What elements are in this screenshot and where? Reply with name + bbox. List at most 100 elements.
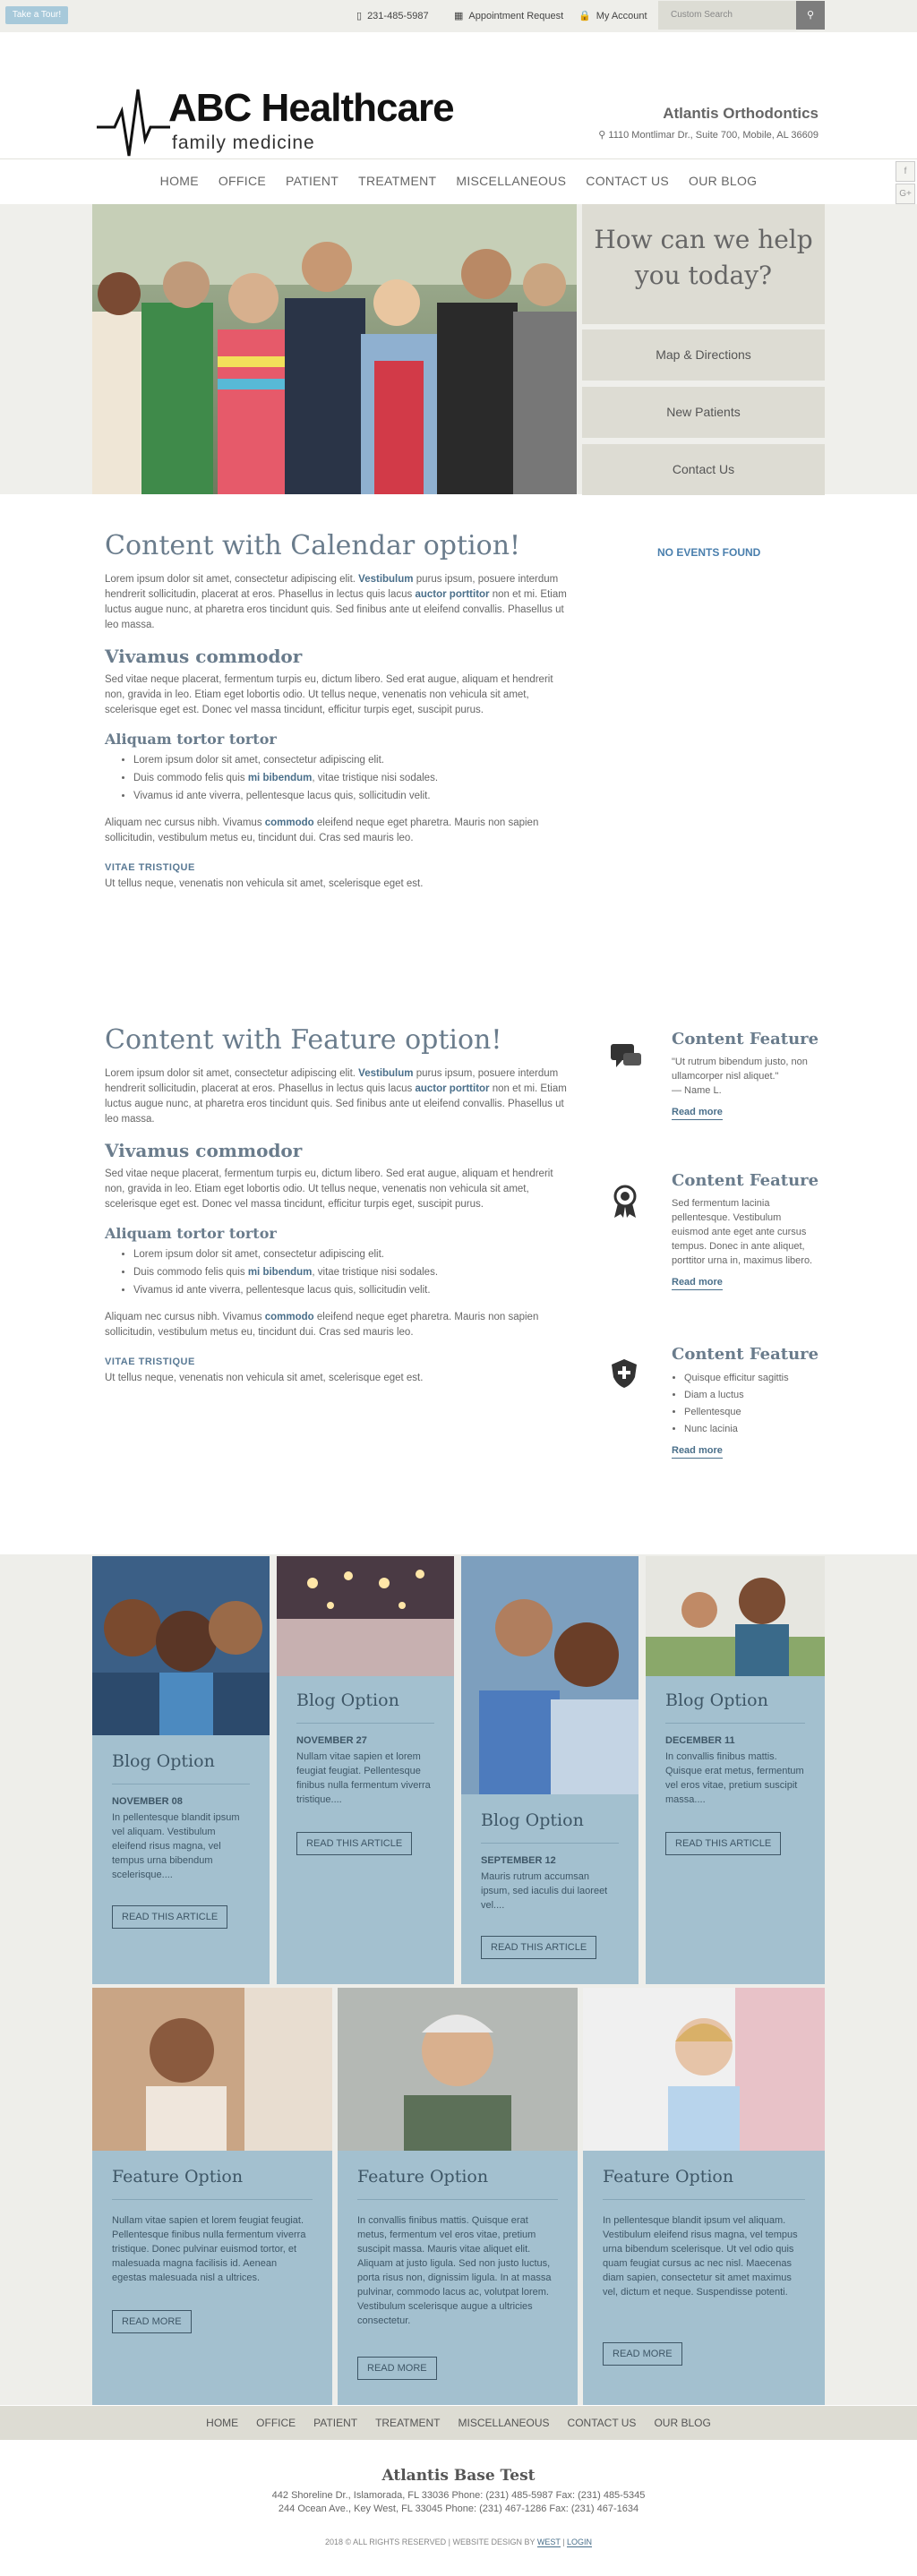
inline-link[interactable]: Vestibulum	[358, 1068, 413, 1079]
blog-date: DECEMBER 11	[665, 1735, 735, 1746]
quote-author: — Name L.	[672, 1085, 722, 1096]
read-more-button[interactable]: READ MORE	[603, 2342, 682, 2366]
nav-miscellaneous[interactable]: MISCELLANEOUS	[456, 174, 566, 204]
feature-card-1[interactable]: Feature Option Nullam vitae sapien et lo…	[92, 1988, 332, 2405]
content-feature-2: Content Feature Sed fermentum lacinia pe…	[609, 1171, 824, 1314]
footer-name: Atlantis Base Test	[381, 2467, 536, 2485]
nav-home[interactable]: HOME	[160, 174, 199, 204]
copyright: 2018 © ALL RIGHTS RESERVED | WEBSITE DES…	[324, 2537, 593, 2547]
feature-photo	[338, 1988, 578, 2151]
paragraph: Ut tellus neque, venenatis non vehicula …	[105, 878, 424, 889]
read-article-button[interactable]: READ THIS ARTICLE	[481, 1936, 597, 1959]
content-feature-1: Content Feature "Ut rutrum bibendum just…	[609, 1030, 824, 1137]
phone-link[interactable]: ▯ 231-485-5987	[356, 10, 429, 21]
blog-photo	[92, 1556, 270, 1735]
divider	[665, 1723, 805, 1724]
nav-office[interactable]: OFFICE	[219, 174, 266, 204]
feature-card-3[interactable]: Feature Option In pellentesque blandit i…	[583, 1988, 825, 2405]
footer-nav-our-blog[interactable]: OUR BLOG	[654, 2417, 710, 2429]
nav-patient[interactable]: PATIENT	[286, 174, 339, 204]
footer-nav-home[interactable]: HOME	[206, 2417, 238, 2429]
intro-paragraph: Lorem ipsum dolor sit amet, consectetur …	[105, 572, 570, 633]
blog-excerpt: In convallis finibus mattis. Quisque era…	[665, 1751, 804, 1805]
inline-link[interactable]: commodo	[265, 817, 314, 828]
inline-link[interactable]: commodo	[265, 1312, 314, 1322]
logo-name: ABC Healthcare	[168, 86, 455, 130]
feature-text: "Ut rutrum bibendum justo, non ullamcorp…	[672, 1055, 815, 1120]
footer-nav-office[interactable]: OFFICE	[256, 2417, 296, 2429]
blog-excerpt: In pellentesque blandit ipsum vel aliqua…	[112, 1812, 240, 1880]
blog-excerpt: Nullam vitae sapien et lorem feugiat feu…	[296, 1751, 431, 1805]
inline-link[interactable]: Vestibulum	[358, 574, 413, 585]
chat-bubbles-icon	[609, 1042, 641, 1069]
take-tour-button[interactable]: Take a Tour!	[5, 6, 68, 24]
paragraph: Aliquam nec cursus nibh. Vivamus commodo…	[105, 1310, 570, 1340]
facebook-icon[interactable]: f	[896, 161, 915, 182]
blog-title: Blog Option	[112, 1751, 215, 1771]
feature-card-2[interactable]: Feature Option In convallis finibus matt…	[338, 1988, 578, 2405]
read-article-button[interactable]: READ THIS ARTICLE	[296, 1832, 413, 1855]
blog-excerpt: Mauris rutrum accumsan ipsum, sed iaculi…	[481, 1871, 608, 1911]
inline-link[interactable]: mi bibendum	[248, 773, 313, 783]
blog-card-2[interactable]: Blog Option NOVEMBER 27 Nullam vitae sap…	[277, 1556, 454, 1984]
appointment-label: Appointment Request	[468, 11, 564, 21]
help-panel: How can we help you today?	[582, 204, 825, 324]
calendar-content: Content with Calendar option! Lorem ipsu…	[105, 530, 570, 892]
text: , vitae tristique nisi sodales.	[312, 1267, 439, 1278]
bullet-list: Lorem ipsum dolor sit amet, consectetur …	[105, 751, 570, 805]
heartbeat-logo-icon	[97, 89, 170, 157]
nav-contact-us[interactable]: CONTACT US	[586, 174, 669, 204]
footer-nav-miscellaneous[interactable]: MISCELLANEOUS	[458, 2417, 550, 2429]
footer-nav-contact-us[interactable]: CONTACT US	[568, 2417, 637, 2429]
subheading-small: Aliquam tortor tortor	[105, 1225, 277, 1242]
feature-card-text: In pellentesque blandit ipsum vel aliqua…	[603, 2215, 798, 2298]
content-feature-3: Content Feature Quisque efficitur sagitt…	[609, 1345, 824, 1470]
blog-card-4[interactable]: Blog Option DECEMBER 11 In convallis fin…	[646, 1556, 825, 1984]
contact-us-button[interactable]: Contact Us	[582, 444, 825, 495]
search-button[interactable]: ⚲	[796, 1, 825, 30]
read-more-button[interactable]: READ MORE	[357, 2357, 437, 2380]
hero-image	[92, 204, 577, 494]
design-link[interactable]: WEST	[536, 2537, 561, 2547]
list-item: Pellentesque	[684, 1404, 815, 1421]
read-more-button[interactable]: READ MORE	[112, 2310, 192, 2333]
feature-title: Content Feature	[672, 1030, 819, 1048]
small-caps-heading: VITAE TRISTIQUE	[105, 1356, 195, 1367]
text: Lorem ipsum dolor sit amet, consectetur …	[105, 1068, 359, 1079]
nav-treatment[interactable]: TREATMENT	[358, 174, 436, 204]
search-input[interactable]: Custom Search	[658, 1, 796, 30]
feature-section-title: Content with Feature option!	[105, 1024, 502, 1056]
blog-date: NOVEMBER 27	[296, 1735, 367, 1746]
login-link[interactable]: LOGIN	[567, 2537, 593, 2547]
read-more-link[interactable]: Read more	[672, 1277, 723, 1290]
blog-card-1[interactable]: Blog Option NOVEMBER 08 In pellentesque …	[92, 1556, 270, 1984]
read-more-link[interactable]: Read more	[672, 1445, 723, 1459]
inline-link[interactable]: auctor porttitor	[415, 1083, 489, 1094]
footer-nav-treatment[interactable]: TREATMENT	[375, 2417, 440, 2429]
search-icon: ⚲	[806, 10, 815, 21]
read-more-link[interactable]: Read more	[672, 1107, 723, 1120]
map-directions-button[interactable]: Map & Directions	[582, 329, 825, 381]
paragraph: Sed vitae neque placerat, fermentum turp…	[105, 674, 553, 715]
appointment-link[interactable]: ▦ Appointment Request	[454, 10, 563, 21]
nav-our-blog[interactable]: OUR BLOG	[689, 174, 757, 204]
read-article-button[interactable]: READ THIS ARTICLE	[112, 1905, 228, 1929]
lock-icon: 🔒	[578, 11, 591, 21]
calendar-icon: ▦	[454, 11, 464, 21]
divider	[481, 1843, 619, 1844]
inline-link[interactable]: mi bibendum	[248, 1267, 313, 1278]
blog-date: NOVEMBER 08	[112, 1796, 183, 1807]
text: , vitae tristique nisi sodales.	[312, 773, 439, 783]
address-text: 1110 Montlimar Dr., Suite 700, Mobile, A…	[608, 130, 818, 141]
subheading: Vivamus commodor	[105, 1140, 303, 1161]
account-link[interactable]: 🔒 My Account	[578, 10, 647, 21]
read-article-button[interactable]: READ THIS ARTICLE	[665, 1832, 782, 1855]
google-plus-icon[interactable]: G+	[896, 184, 915, 204]
blog-title: Blog Option	[665, 1690, 768, 1710]
footer-nav-patient[interactable]: PATIENT	[313, 2417, 357, 2429]
new-patients-button[interactable]: New Patients	[582, 387, 825, 438]
blog-card-3[interactable]: Blog Option SEPTEMBER 12 Mauris rutrum a…	[461, 1556, 638, 1984]
inline-link[interactable]: auctor porttitor	[415, 589, 489, 600]
copyright-text: 2018 © ALL RIGHTS RESERVED | WEBSITE DES…	[324, 2537, 536, 2546]
text: Lorem ipsum dolor sit amet, consectetur …	[105, 574, 359, 585]
